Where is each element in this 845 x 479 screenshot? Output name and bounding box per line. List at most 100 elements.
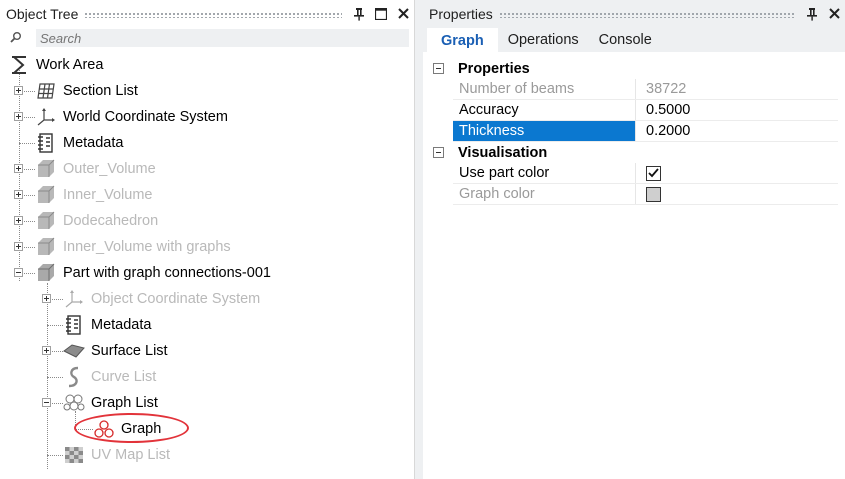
category-properties: Properties [423,58,845,79]
expand-object-coordinate-system[interactable] [42,294,51,303]
checkmark-icon [648,168,659,178]
property-row-use-part-color[interactable]: Use part color [453,163,838,184]
properties-titlebar: Properties [423,0,845,27]
property-name: Use part color [459,165,550,181]
tree-node-part-with-graph-connections[interactable]: Part with graph connections-001 [35,260,271,286]
property-value-cell [635,163,838,183]
curve-icon [63,366,85,388]
cube-icon [35,262,57,284]
surface-icon [63,340,85,362]
tree-node-object-coordinate-system[interactable]: Object Coordinate System [63,286,260,312]
tree-node-section-list[interactable]: Section List [35,78,138,104]
object-tree-titlebar: Object Tree [0,0,414,27]
object-tree-panel: Object Tree Search Work Area Section Lis… [0,0,415,479]
properties-panel: Properties Graph Operations Console Prop… [423,0,845,479]
maximize-icon[interactable] [370,3,392,25]
category-visualisation: Visualisation [423,142,845,163]
tree-node-metadata[interactable]: Metadata [35,130,123,156]
metadata-list-icon [63,314,85,336]
tree-node-inner-volume-with-graphs[interactable]: Inner_Volume with graphs [35,234,231,260]
cube-icon [35,210,57,232]
close-icon[interactable] [823,3,845,25]
panel-splitter[interactable] [415,0,423,479]
section-grid-icon [35,80,57,102]
collapse-graph-list[interactable] [42,398,51,407]
tree-node-label: Graph List [91,395,158,411]
expand-world-coordinate-system[interactable] [14,112,23,121]
work-area-icon [8,54,30,76]
tree-node-inner-volume[interactable]: Inner_Volume [35,182,152,208]
collapse-category-visualisation[interactable] [433,147,444,158]
property-row-accuracy[interactable]: Accuracy 0.5000 [453,100,838,121]
use-part-color-checkbox[interactable] [646,165,661,181]
search-row [0,27,414,49]
axes-icon [63,288,85,310]
tree-node-label: Part with graph connections-001 [63,265,271,281]
tree-node-label: Outer_Volume [63,161,156,177]
tree-node-label: Inner_Volume [63,187,153,203]
property-name: Accuracy [459,102,519,118]
pin-icon[interactable] [348,3,370,25]
tree-node-curve-list[interactable]: Curve List [63,364,156,390]
tab-console[interactable]: Console [589,28,662,52]
accuracy-value-field[interactable]: 0.5000 [635,100,838,120]
property-row-graph-color[interactable]: Graph color [453,184,838,205]
tree-node-uv-map-list[interactable]: UV Map List [63,442,170,468]
panel-grip[interactable] [84,11,342,18]
property-name: Thickness [453,121,635,141]
tree-node-label: Surface List [91,343,168,359]
tree-node-label: World Coordinate System [63,109,228,125]
expand-dodecahedron[interactable] [14,216,23,225]
tree-node-label: Metadata [63,135,124,151]
category-label: Visualisation [458,144,548,161]
graph-color-swatch[interactable] [646,186,661,202]
tree-node-label: UV Map List [91,447,170,463]
category-label: Properties [458,60,530,77]
tree-node-label: Object Coordinate System [91,291,261,307]
tab-graph[interactable]: Graph [427,28,498,52]
property-grid: Properties Number of beams 38722 Accurac… [423,52,845,479]
cube-icon [35,158,57,180]
tree-node-label: Work Area [36,57,104,73]
expand-surface-list[interactable] [42,346,51,355]
tab-operations[interactable]: Operations [498,28,589,52]
expand-outer-volume[interactable] [14,164,23,173]
tree-node-surface-list[interactable]: Surface List [63,338,168,364]
tree-node-label: Inner_Volume with graphs [63,239,231,255]
search-icon [10,30,22,46]
tree-node-label: Metadata [91,317,152,333]
tree-node-part-metadata[interactable]: Metadata [63,312,151,338]
axes-icon [35,106,57,128]
tree-node-label: Curve List [91,369,157,385]
tree-node-dodecahedron[interactable]: Dodecahedron [35,208,158,234]
search-input[interactable] [40,30,409,46]
metadata-list-icon [35,132,57,154]
properties-title: Properties [429,5,493,22]
cube-icon [35,236,57,258]
property-value: 38722 [635,79,838,99]
thickness-value-field[interactable]: 0.2000 [635,121,838,141]
object-tree-title: Object Tree [6,5,79,22]
close-icon[interactable] [392,3,414,25]
expand-section-list[interactable] [14,86,23,95]
property-name: Number of beams [459,81,575,97]
tree-node-work-area[interactable]: Work Area [8,52,103,78]
tree-node-world-coordinate-system[interactable]: World Coordinate System [35,104,228,130]
graph-list-icon [63,392,85,414]
cube-icon [35,184,57,206]
panel-grip[interactable] [498,11,795,18]
pin-icon[interactable] [801,3,823,25]
collapse-part-with-graph-connections[interactable] [14,268,23,277]
property-row-number-of-beams: Number of beams 38722 [453,79,838,100]
property-name: Graph color [459,186,535,202]
properties-tabs: Graph Operations Console [423,27,845,52]
tree-node-graph-list[interactable]: Graph List [63,390,158,416]
tree-node-outer-volume[interactable]: Outer_Volume [35,156,156,182]
collapse-category-properties[interactable] [433,63,444,74]
property-row-thickness[interactable]: Thickness 0.2000 [453,121,838,142]
expand-inner-volume[interactable] [14,190,23,199]
highlight-ellipse [74,413,189,443]
expand-inner-volume-with-graphs[interactable] [14,242,23,251]
tree-node-label: Dodecahedron [63,213,159,229]
checker-icon [63,444,85,466]
